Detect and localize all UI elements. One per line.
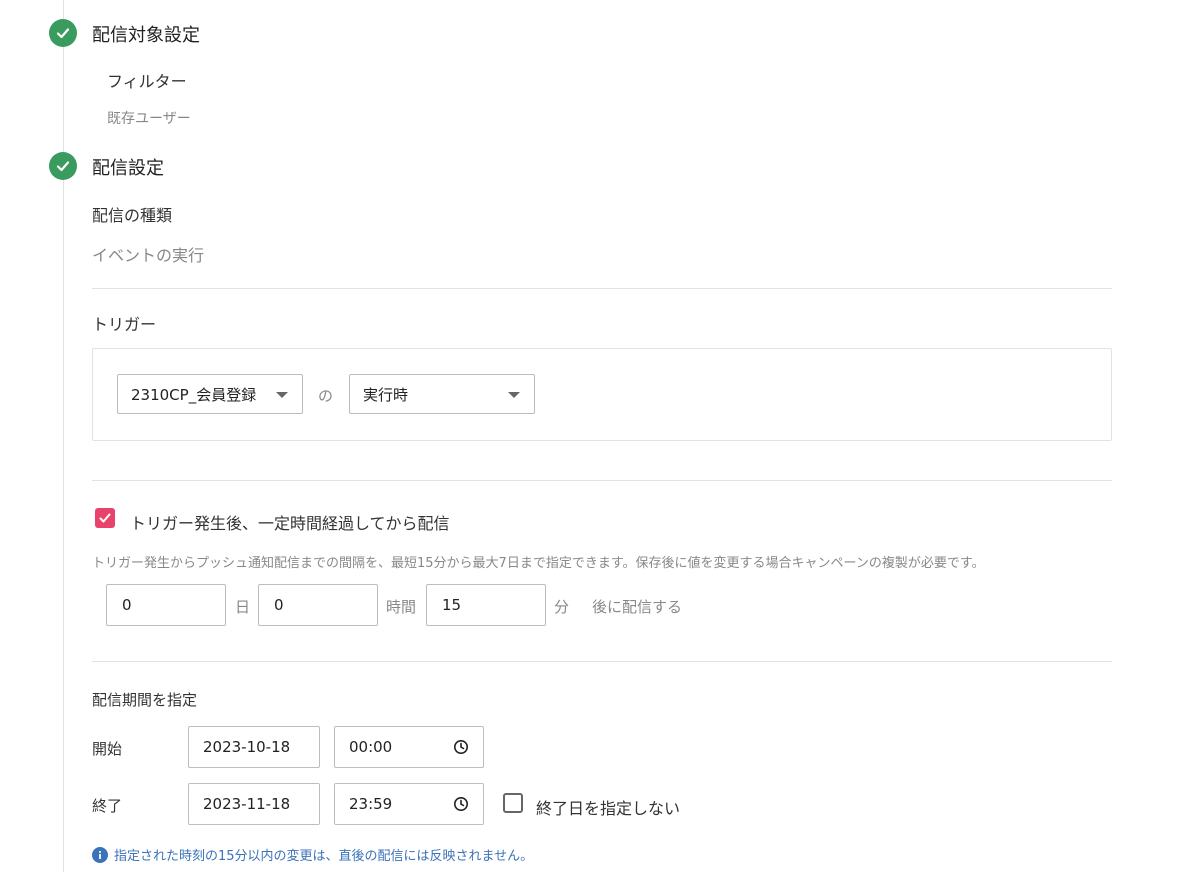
- checkmark-icon: [99, 513, 111, 523]
- no-end-date-label[interactable]: 終了日を指定しない: [536, 795, 680, 819]
- trigger-event-select-value: 2310CP_会員登録: [131, 385, 257, 404]
- period-label: 配信期間を指定: [92, 691, 198, 709]
- delay-hours-input[interactable]: [258, 584, 378, 626]
- chevron-down-icon: [508, 392, 520, 398]
- trigger-timing-select-value: 実行時: [363, 385, 409, 404]
- filter-value: 既存ユーザー: [107, 111, 191, 127]
- trigger-timing-select[interactable]: 実行時: [349, 374, 535, 414]
- step-title-target: 配信対象設定: [92, 25, 200, 46]
- delay-days-unit: 日: [235, 598, 251, 616]
- delay-checkbox-label[interactable]: トリガー発生後、一定時間経過してから配信: [130, 510, 450, 534]
- start-date-value: 2023-10-18: [203, 738, 291, 756]
- period-info-text: 指定された時刻の15分以内の変更は、直後の配信には反映されません。: [114, 849, 534, 864]
- filter-label: フィルター: [107, 72, 187, 91]
- start-time-input[interactable]: 00:00: [334, 726, 484, 768]
- no-end-date-checkbox[interactable]: [503, 793, 523, 813]
- divider: [92, 288, 1112, 289]
- delay-days-input[interactable]: [106, 584, 226, 626]
- delay-minutes-input[interactable]: [426, 584, 546, 626]
- start-date-input[interactable]: 2023-10-18: [188, 726, 320, 768]
- delay-checkbox[interactable]: [95, 508, 115, 528]
- trigger-connector: の: [318, 387, 334, 405]
- delay-hours-unit: 時間: [386, 598, 417, 616]
- end-date-value: 2023-11-18: [203, 795, 291, 813]
- divider: [92, 661, 1112, 662]
- clock-icon: [454, 740, 468, 754]
- stepper-line: [63, 0, 64, 872]
- period-end-label: 終了: [92, 797, 123, 815]
- start-time-value: 00:00: [349, 738, 393, 756]
- end-time-input[interactable]: 23:59: [334, 783, 484, 825]
- chevron-down-icon: [276, 392, 288, 398]
- end-date-input[interactable]: 2023-11-18: [188, 783, 320, 825]
- trigger-label: トリガー: [92, 315, 157, 334]
- period-info-message: 指定された時刻の15分以内の変更は、直後の配信には反映されません。: [92, 845, 533, 864]
- trigger-event-select[interactable]: 2310CP_会員登録: [117, 374, 303, 414]
- clock-icon: [454, 797, 468, 811]
- delivery-type-label: 配信の種類: [92, 206, 173, 225]
- step-complete-check-icon: [49, 19, 77, 47]
- delay-suffix: 後に配信する: [592, 598, 683, 616]
- step-complete-check-icon: [49, 152, 77, 180]
- info-icon: [92, 846, 108, 863]
- divider: [92, 480, 1112, 481]
- delivery-type-value: イベントの実行: [92, 246, 205, 265]
- step-title-delivery: 配信設定: [92, 158, 164, 179]
- delay-help-text: トリガー発生からプッシュ通知配信までの間隔を、最短15分から最大7日まで指定でき…: [92, 556, 985, 571]
- end-time-value: 23:59: [349, 795, 393, 813]
- delay-minutes-unit: 分: [554, 598, 570, 616]
- period-start-label: 開始: [92, 740, 123, 758]
